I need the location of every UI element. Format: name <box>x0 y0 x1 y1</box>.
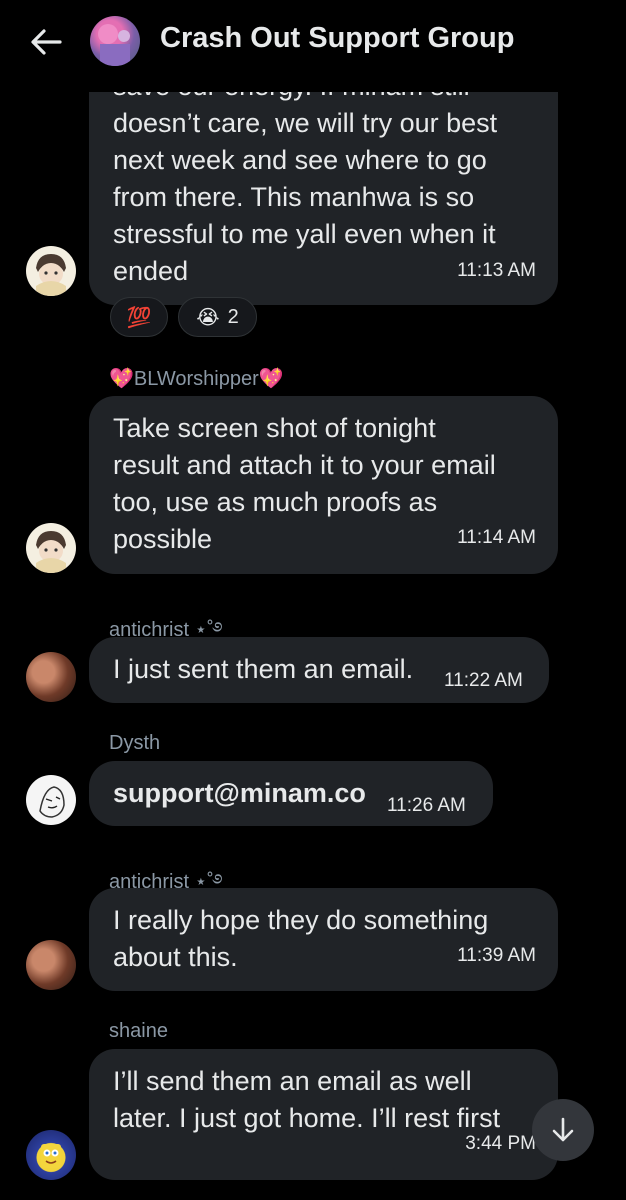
reaction-count: 2 <box>227 305 239 328</box>
arrow-left-icon <box>31 29 62 55</box>
avatar[interactable] <box>26 652 76 702</box>
avatar[interactable] <box>26 246 76 296</box>
message-time: 11:26 AM <box>387 795 466 816</box>
message-text: I’ll send them an email as well later. I… <box>113 1066 501 1133</box>
message-time: 11:13 AM <box>457 260 536 281</box>
scroll-to-bottom-button[interactable] <box>532 1099 594 1161</box>
chat-header: Crash Out Support Group <box>0 0 626 92</box>
group-title: Crash Out Support Group <box>160 22 515 54</box>
message-text: I really hope they do something about th… <box>113 905 489 972</box>
message-time: 11:22 AM <box>444 670 523 691</box>
avatar[interactable] <box>26 775 76 825</box>
message-time: 11:14 AM <box>457 527 536 548</box>
message-time: 11:39 AM <box>457 945 536 966</box>
avatar[interactable] <box>26 1130 76 1180</box>
reaction-chip[interactable]: 💯 <box>110 297 168 337</box>
message-bubble[interactable]: support@minam.co 11:26 AM <box>89 761 493 826</box>
message-bubble[interactable]: I really hope they do something about th… <box>89 888 558 991</box>
back-button[interactable] <box>26 24 66 60</box>
message-text: Take screen shot of tonight result and a… <box>113 413 496 554</box>
sender-name: 💖BLWorshipper💖 <box>109 368 284 390</box>
avatar[interactable] <box>26 940 76 990</box>
avatar[interactable] <box>26 523 76 573</box>
message-bubble[interactable]: I’ll send them an email as well later. I… <box>89 1049 558 1180</box>
message-bubble[interactable]: I just sent them an email. 11:22 AM <box>89 637 549 703</box>
reaction-chip[interactable]: 😭 2 <box>178 297 257 337</box>
crying-face-icon: 😭 <box>196 306 220 329</box>
hundred-points-icon: 💯 <box>126 306 152 329</box>
sender-name: Dysth <box>109 732 161 754</box>
message-text: I just sent them an email. <box>113 654 414 684</box>
group-avatar[interactable] <box>90 16 140 66</box>
message-time: 3:44 PM <box>465 1133 536 1154</box>
message-bubble[interactable]: Take screen shot of tonight result and a… <box>89 396 558 574</box>
message-text[interactable]: support@minam.co <box>113 775 366 812</box>
message-text: save our energy. If minam still doesn’t … <box>113 71 498 286</box>
sender-name: shaine <box>109 1020 168 1042</box>
arrow-down-icon <box>552 1117 574 1142</box>
